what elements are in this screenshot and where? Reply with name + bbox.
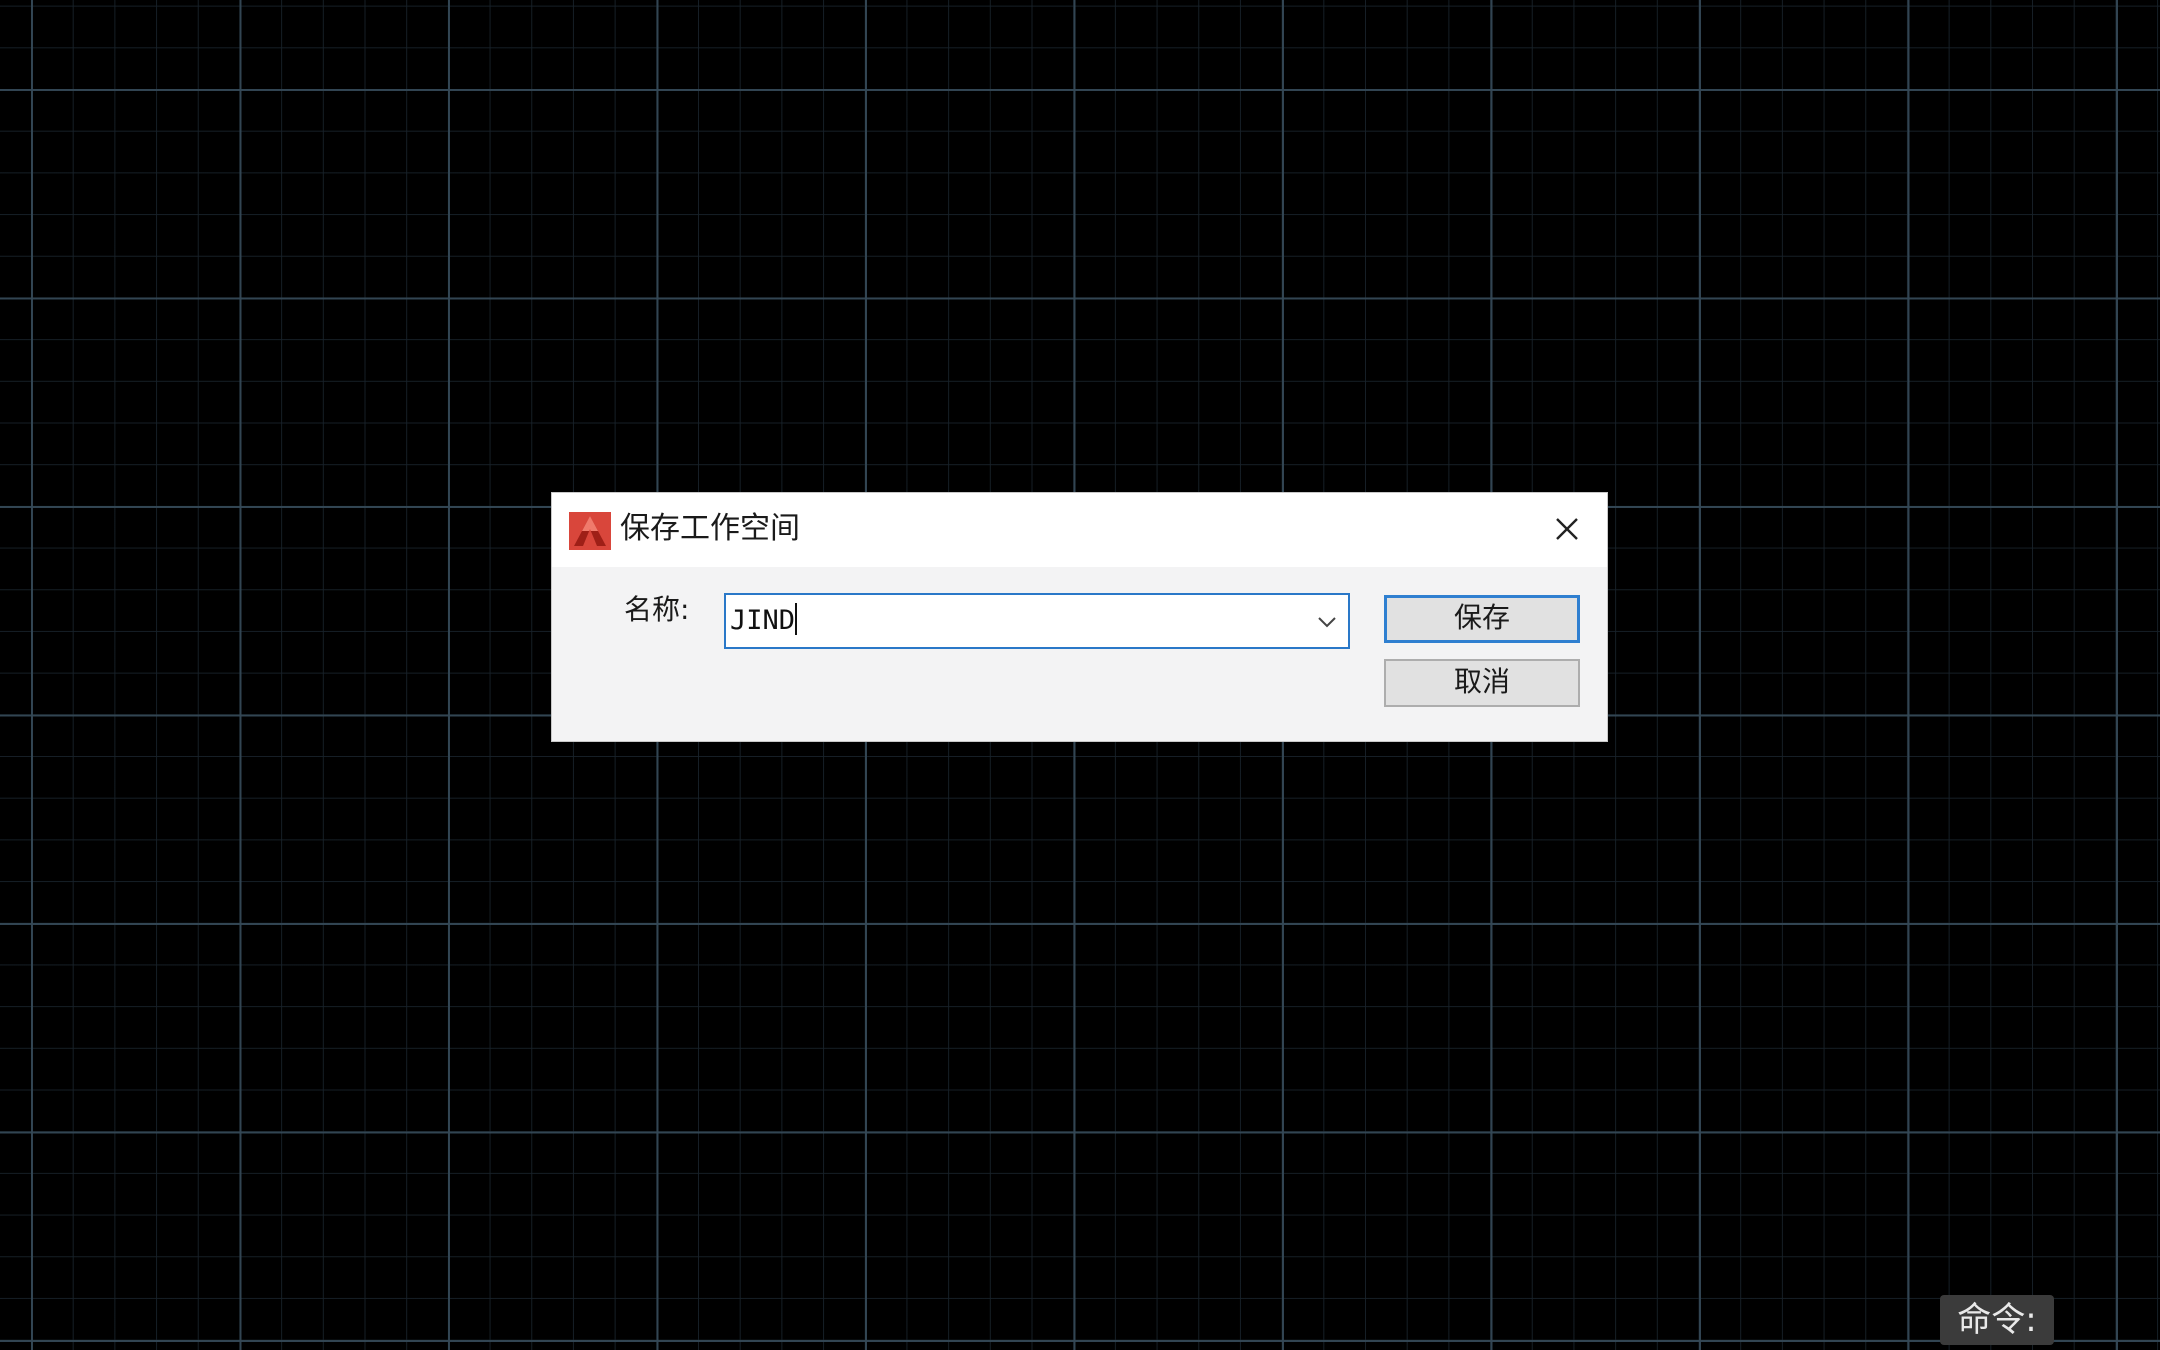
text-caret <box>795 603 798 635</box>
save-workspace-dialog: 保存工作空间 名称: JIND 保存 取消 <box>551 492 1608 742</box>
autocad-logo-icon <box>569 512 611 550</box>
workspace-name-value: JIND <box>730 605 796 636</box>
cancel-button[interactable]: 取消 <box>1384 659 1580 707</box>
close-icon[interactable] <box>1547 509 1587 549</box>
command-prompt[interactable]: 命令: <box>1940 1295 2054 1345</box>
workspace-name-input[interactable]: JIND <box>730 601 798 641</box>
dialog-title: 保存工作空间 <box>620 511 800 546</box>
save-button[interactable]: 保存 <box>1384 595 1580 643</box>
chevron-down-icon[interactable] <box>1314 609 1340 635</box>
name-label: 名称: <box>624 593 690 626</box>
workspace-name-combobox[interactable]: JIND <box>724 593 1350 649</box>
dialog-titlebar: 保存工作空间 <box>552 493 1607 567</box>
